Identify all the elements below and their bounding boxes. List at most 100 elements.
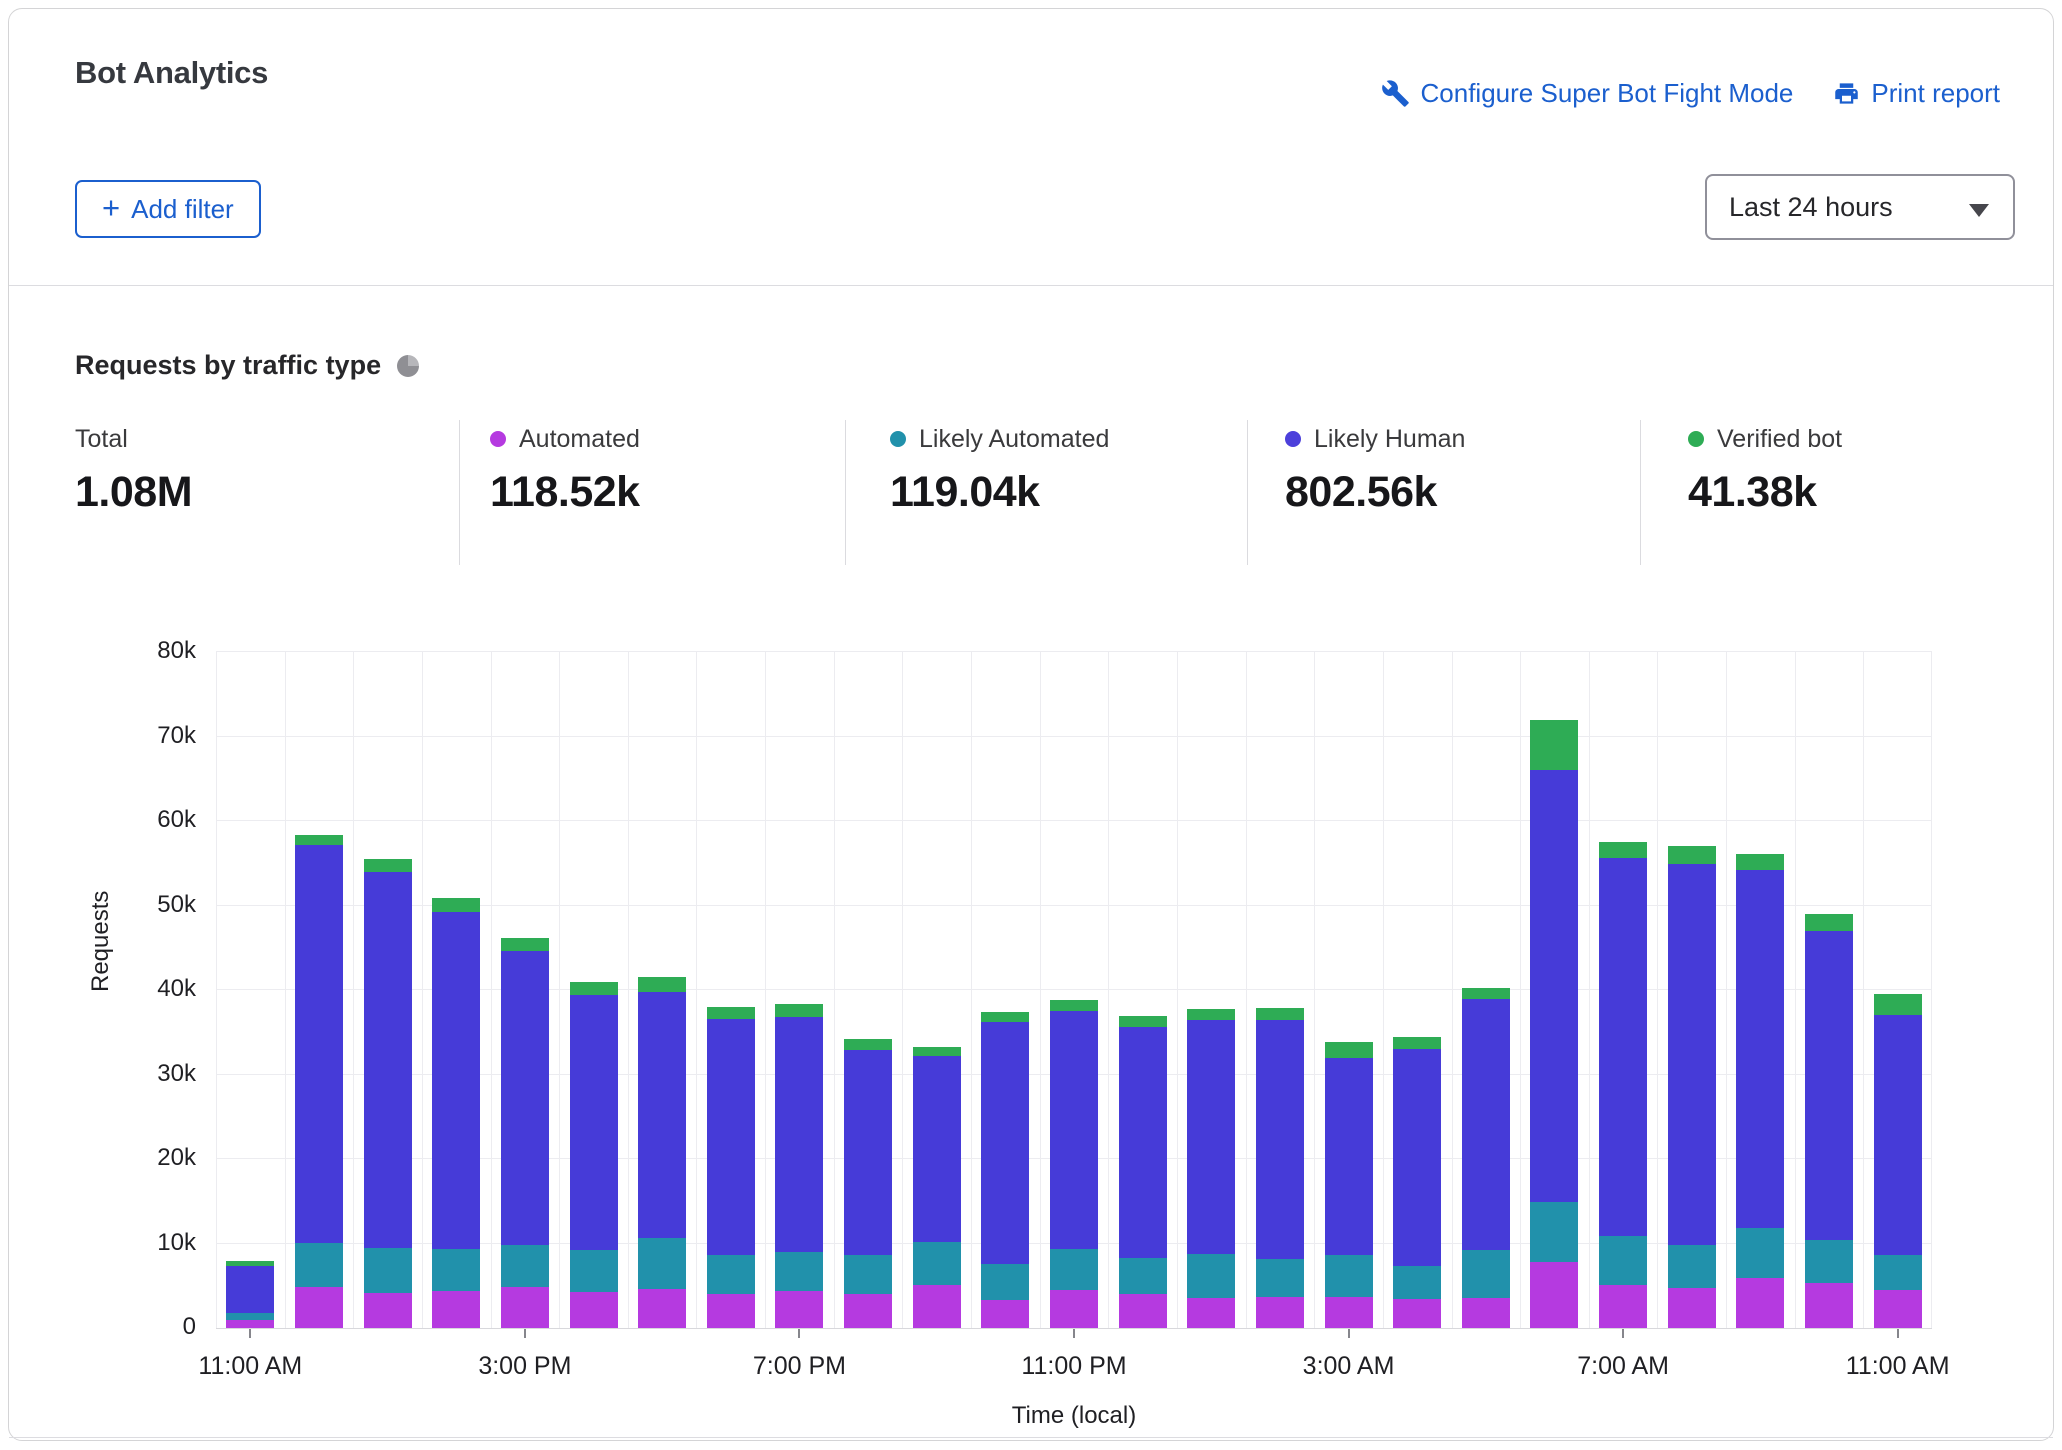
bar-segment-automated[interactable] <box>1119 1294 1167 1328</box>
bar-1000pm[interactable] <box>981 1012 1029 1328</box>
bar-segment-likely-automated[interactable] <box>364 1248 412 1293</box>
bar-segment-automated[interactable] <box>913 1285 961 1328</box>
stat-likely-human[interactable]: Likely Human 802.56k <box>1285 424 1465 517</box>
bar-segment-verified-bot[interactable] <box>432 898 480 912</box>
bar-700pm[interactable] <box>775 1004 823 1328</box>
bar-segment-automated[interactable] <box>1462 1298 1510 1328</box>
bar-segment-automated[interactable] <box>1187 1298 1235 1328</box>
time-range-dropdown[interactable]: Last 24 hours <box>1705 174 2015 240</box>
bar-segment-verified-bot[interactable] <box>707 1007 755 1019</box>
bar-segment-verified-bot[interactable] <box>638 977 686 991</box>
bar-segment-likely-automated[interactable] <box>295 1243 343 1288</box>
bar-segment-likely-automated[interactable] <box>775 1252 823 1291</box>
bar-segment-verified-bot[interactable] <box>1599 842 1647 858</box>
bar-200am[interactable] <box>1256 1008 1304 1328</box>
bar-segment-likely-human[interactable] <box>1668 864 1716 1245</box>
bar-segment-likely-human[interactable] <box>1119 1027 1167 1258</box>
bar-segment-automated[interactable] <box>1736 1278 1784 1328</box>
bar-500pm[interactable] <box>638 977 686 1328</box>
bar-segment-automated[interactable] <box>226 1320 274 1328</box>
bar-segment-automated[interactable] <box>1668 1288 1716 1328</box>
bar-segment-automated[interactable] <box>1256 1297 1304 1328</box>
bar-700am[interactable] <box>1599 842 1647 1328</box>
bar-segment-verified-bot[interactable] <box>1325 1042 1373 1059</box>
bar-segment-likely-human[interactable] <box>1325 1058 1373 1255</box>
bar-segment-likely-automated[interactable] <box>1256 1259 1304 1297</box>
bar-segment-likely-human[interactable] <box>1530 770 1578 1203</box>
bar-200pm[interactable] <box>432 898 480 1328</box>
bar-300am[interactable] <box>1325 1042 1373 1328</box>
bar-segment-likely-automated[interactable] <box>707 1255 755 1295</box>
bar-segment-likely-human[interactable] <box>1393 1049 1441 1265</box>
bar-segment-likely-automated[interactable] <box>981 1264 1029 1300</box>
bar-segment-likely-human[interactable] <box>1050 1011 1098 1249</box>
bar-segment-likely-automated[interactable] <box>1874 1255 1922 1290</box>
bar-segment-verified-bot[interactable] <box>1805 914 1853 931</box>
bar-900pm[interactable] <box>913 1047 961 1328</box>
bar-segment-likely-automated[interactable] <box>1187 1254 1235 1298</box>
bar-segment-verified-bot[interactable] <box>775 1004 823 1018</box>
bar-segment-likely-automated[interactable] <box>844 1255 892 1295</box>
bar-segment-likely-human[interactable] <box>1805 931 1853 1240</box>
bar-segment-verified-bot[interactable] <box>295 835 343 845</box>
bar-segment-verified-bot[interactable] <box>981 1012 1029 1022</box>
bar-1200am[interactable] <box>1119 1016 1167 1328</box>
bar-segment-likely-human[interactable] <box>844 1050 892 1255</box>
bar-segment-likely-human[interactable] <box>638 992 686 1239</box>
bar-segment-likely-automated[interactable] <box>1325 1255 1373 1296</box>
bar-segment-likely-automated[interactable] <box>1530 1202 1578 1262</box>
configure-super-bot-fight-mode-link[interactable]: Configure Super Bot Fight Mode <box>1381 78 1794 109</box>
bar-segment-likely-automated[interactable] <box>1668 1245 1716 1288</box>
bar-segment-likely-human[interactable] <box>432 912 480 1249</box>
bar-segment-verified-bot[interactable] <box>844 1039 892 1050</box>
bar-600am[interactable] <box>1530 720 1578 1328</box>
bar-segment-verified-bot[interactable] <box>913 1047 961 1056</box>
bar-segment-likely-automated[interactable] <box>1119 1258 1167 1294</box>
bar-1100pm[interactable] <box>1050 1000 1098 1328</box>
bar-segment-likely-automated[interactable] <box>432 1249 480 1290</box>
pie-chart-toggle-icon[interactable] <box>397 355 419 377</box>
bar-segment-automated[interactable] <box>364 1293 412 1329</box>
bar-segment-verified-bot[interactable] <box>501 938 549 952</box>
bar-600pm[interactable] <box>707 1007 755 1328</box>
bar-segment-verified-bot[interactable] <box>1874 994 1922 1015</box>
bar-segment-likely-human[interactable] <box>1874 1015 1922 1255</box>
bar-segment-automated[interactable] <box>1599 1285 1647 1328</box>
bar-segment-automated[interactable] <box>981 1300 1029 1328</box>
bar-segment-automated[interactable] <box>1530 1262 1578 1328</box>
bar-1100am[interactable] <box>226 1261 274 1328</box>
bar-segment-likely-automated[interactable] <box>501 1245 549 1286</box>
bar-segment-likely-automated[interactable] <box>1736 1228 1784 1278</box>
bar-segment-verified-bot[interactable] <box>1187 1009 1235 1020</box>
bar-segment-likely-automated[interactable] <box>1599 1236 1647 1285</box>
bar-segment-automated[interactable] <box>295 1287 343 1328</box>
stat-automated[interactable]: Automated 118.52k <box>490 424 640 517</box>
add-filter-button[interactable]: + Add filter <box>75 180 261 238</box>
bar-segment-automated[interactable] <box>707 1294 755 1328</box>
bar-segment-likely-human[interactable] <box>913 1056 961 1242</box>
bar-segment-automated[interactable] <box>432 1291 480 1328</box>
print-report-link[interactable]: Print report <box>1833 78 2000 109</box>
bar-segment-likely-human[interactable] <box>501 951 549 1245</box>
bar-segment-verified-bot[interactable] <box>1462 988 1510 1000</box>
bar-segment-verified-bot[interactable] <box>1050 1000 1098 1011</box>
bar-100pm[interactable] <box>364 859 412 1328</box>
bar-segment-automated[interactable] <box>1874 1290 1922 1328</box>
bar-segment-verified-bot[interactable] <box>1119 1016 1167 1027</box>
bar-segment-likely-human[interactable] <box>364 872 412 1248</box>
bar-segment-automated[interactable] <box>501 1287 549 1328</box>
bar-segment-automated[interactable] <box>570 1292 618 1328</box>
stat-likely-automated[interactable]: Likely Automated 119.04k <box>890 424 1109 517</box>
bar-segment-automated[interactable] <box>1393 1299 1441 1328</box>
bar-segment-likely-automated[interactable] <box>913 1242 961 1285</box>
bar-segment-likely-human[interactable] <box>226 1266 274 1313</box>
bar-segment-automated[interactable] <box>844 1294 892 1328</box>
bar-segment-likely-human[interactable] <box>981 1022 1029 1264</box>
bar-segment-likely-human[interactable] <box>1599 858 1647 1236</box>
bar-segment-likely-automated[interactable] <box>1462 1250 1510 1297</box>
bar-segment-likely-automated[interactable] <box>1805 1240 1853 1283</box>
bar-300pm[interactable] <box>501 938 549 1328</box>
bar-segment-likely-human[interactable] <box>1736 870 1784 1228</box>
bar-segment-likely-automated[interactable] <box>1393 1266 1441 1300</box>
bar-segment-likely-human[interactable] <box>1187 1020 1235 1254</box>
